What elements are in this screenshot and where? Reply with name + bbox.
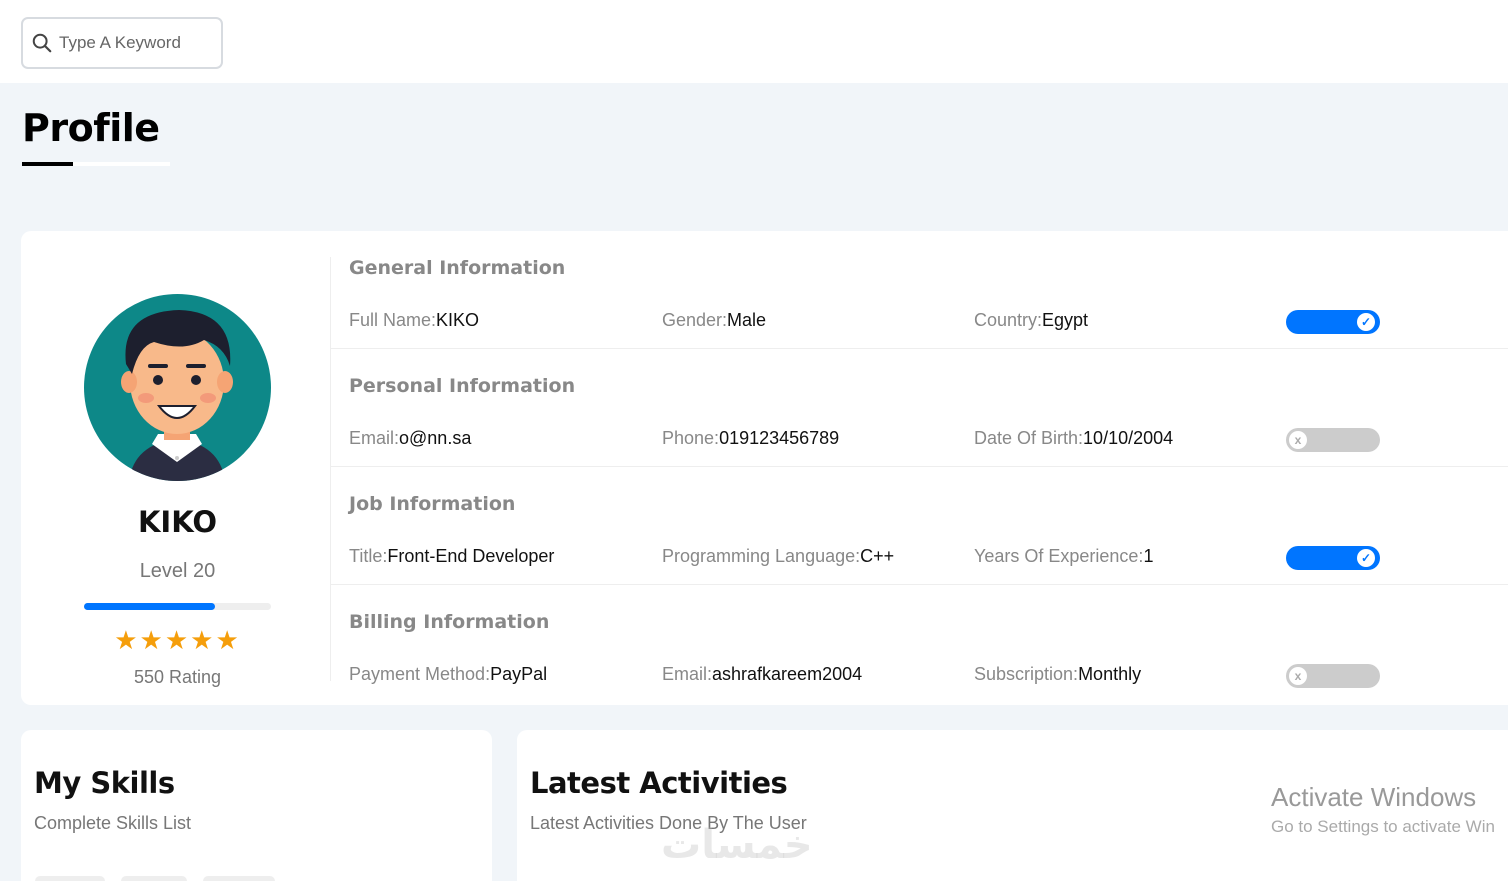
section-personal-information: Personal Information Email:o@nn.sa Phone… xyxy=(331,349,1508,467)
field-value: 019123456789 xyxy=(719,428,840,448)
field-years-of-experience: Years Of Experience:1 xyxy=(974,546,1153,567)
field-value: Male xyxy=(727,310,767,330)
field-label: Programming Language: xyxy=(662,546,861,566)
search-box[interactable] xyxy=(21,17,223,69)
section-general-information: General Information Full Name:KIKO Gende… xyxy=(331,231,1508,349)
site-watermark: خمسات xyxy=(661,822,813,868)
section-job-information: Job Information Title:Front-End Develope… xyxy=(331,467,1508,585)
field-value: KIKO xyxy=(436,310,480,330)
field-value: Monthly xyxy=(1078,664,1142,684)
field-label: Date Of Birth: xyxy=(974,428,1084,448)
field-value: 1 xyxy=(1143,546,1154,566)
section-title: Job Information xyxy=(349,493,516,515)
field-label: Subscription: xyxy=(974,664,1079,684)
field-full-name: Full Name:KIKO xyxy=(349,310,479,331)
field-value: PayPal xyxy=(490,664,548,684)
rating-count: 550 Rating xyxy=(133,667,222,687)
field-subscription: Subscription:Monthly xyxy=(974,664,1141,685)
activate-windows-hint: Go to Settings to activate Win xyxy=(1271,817,1495,836)
field-value: Egypt xyxy=(1042,310,1089,330)
field-value: 10/10/2004 xyxy=(1083,428,1174,448)
x-icon: x xyxy=(1289,431,1307,449)
skills-card: My Skills Complete Skills List xyxy=(21,730,492,881)
skill-chip xyxy=(35,876,105,881)
toggle-general-information[interactable]: ✓ xyxy=(1286,310,1380,334)
field-title: Title:Front-End Developer xyxy=(349,546,554,567)
search-icon xyxy=(32,33,52,53)
activities-title: Latest Activities xyxy=(530,766,788,800)
search-input[interactable] xyxy=(59,33,209,53)
page-title: Profile xyxy=(22,106,160,150)
avatar xyxy=(84,294,271,481)
field-label: Email: xyxy=(349,428,400,448)
section-billing-information: Billing Information Payment Method:PayPa… xyxy=(331,585,1508,703)
field-label: Years Of Experience: xyxy=(974,546,1144,566)
field-value: o@nn.sa xyxy=(399,428,472,448)
field-label: Country: xyxy=(974,310,1043,330)
field-label: Phone: xyxy=(662,428,720,448)
field-value: C++ xyxy=(860,546,895,566)
field-phone: Phone:019123456789 xyxy=(662,428,839,449)
skill-chip xyxy=(121,876,187,881)
field-label: Payment Method: xyxy=(349,664,491,684)
field-date-of-birth: Date Of Birth:10/10/2004 xyxy=(974,428,1173,449)
user-name: KIKO xyxy=(137,505,218,539)
field-label: Title: xyxy=(349,546,388,566)
check-icon: ✓ xyxy=(1357,313,1375,331)
field-label: Gender: xyxy=(662,310,728,330)
section-title: Billing Information xyxy=(349,611,550,633)
field-label: Full Name: xyxy=(349,310,437,330)
level-progress-bar xyxy=(84,603,271,610)
check-icon: ✓ xyxy=(1357,549,1375,567)
field-value: Front-End Developer xyxy=(387,546,555,566)
user-level: Level 20 xyxy=(139,560,216,582)
top-bar xyxy=(0,0,1508,83)
field-programming-language: Programming Language:C++ xyxy=(662,546,894,567)
field-email: Email:o@nn.sa xyxy=(349,428,471,449)
skill-chip xyxy=(203,876,275,881)
field-gender: Gender:Male xyxy=(662,310,766,331)
field-billing-email: Email:ashrafkareem2004 xyxy=(662,664,862,685)
toggle-billing-information[interactable]: x xyxy=(1286,664,1380,688)
star-rating: ★★★★★ xyxy=(114,625,241,655)
title-underline xyxy=(22,162,73,166)
skills-title: My Skills xyxy=(34,766,175,800)
avatar-illustration xyxy=(121,310,233,481)
section-title: Personal Information xyxy=(349,375,576,397)
level-progress-fill xyxy=(84,603,215,610)
toggle-personal-information[interactable]: x xyxy=(1286,428,1380,452)
field-label: Email: xyxy=(662,664,713,684)
field-value: ashrafkareem2004 xyxy=(712,664,863,684)
activate-windows-title: Activate Windows xyxy=(1271,782,1477,812)
x-icon: x xyxy=(1289,667,1307,685)
profile-summary: KIKO Level 20 ★★★★★ 550 Rating xyxy=(21,231,331,705)
profile-card: KIKO Level 20 ★★★★★ 550 Rating General I… xyxy=(21,231,1508,705)
skills-subtitle: Complete Skills List xyxy=(34,813,192,833)
field-country: Country:Egypt xyxy=(974,310,1088,331)
section-title: General Information xyxy=(349,257,566,279)
toggle-job-information[interactable]: ✓ xyxy=(1286,546,1380,570)
field-payment-method: Payment Method:PayPal xyxy=(349,664,547,685)
